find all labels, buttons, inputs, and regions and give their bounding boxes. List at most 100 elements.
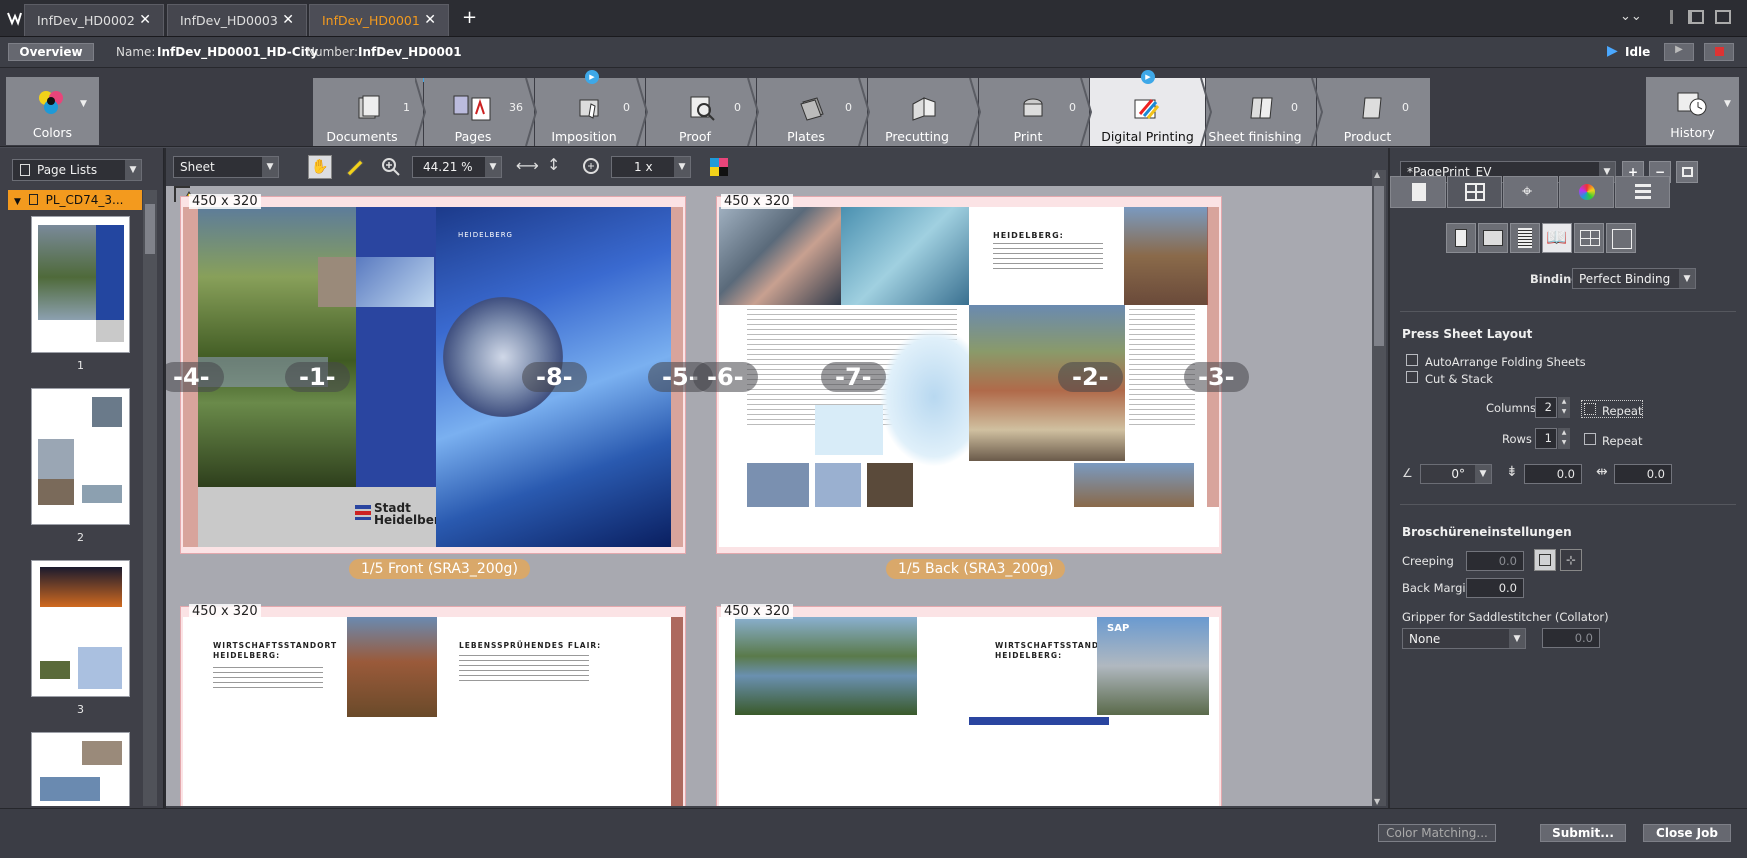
settings-panel: *PagePrint_EV ▼ + − ⌖ 📖 Binding Perfect … [1390,148,1747,808]
layout-grid-icon[interactable] [1715,10,1731,24]
maximize-button[interactable] [1676,161,1698,183]
press-sheet-front[interactable]: WIRTSCHAFTSSTANDORT HEIDELBERG: LEBENSSP… [180,604,686,806]
color-matching-button[interactable]: Color Matching... [1378,824,1496,842]
page-thumbnail[interactable] [31,388,130,525]
page-photo-castle-gate [347,617,437,717]
page-thumbnail[interactable] [31,732,130,806]
scrollbar-thumb[interactable] [1374,186,1384,346]
start-button[interactable]: ▶ [1664,43,1694,61]
press-sheet-back[interactable]: WIRTSCHAFTSSTANDORT HEIDELBERG: SAP 450 … [716,604,1222,806]
creep-align-button[interactable]: ⊹ [1560,549,1582,571]
page-list-tree-item[interactable]: ▼ PL_CD74_3... [8,190,142,210]
view-mode-select[interactable]: Sheet ▼ [173,156,279,178]
repeat-label: Repeat [1602,434,1643,448]
offset-y-field[interactable]: 0.0 [1614,464,1672,484]
chevron-down-icon: ▼ [1724,99,1731,109]
multiplier-select[interactable]: 1 x ▼ [611,156,691,178]
rows-field[interactable]: 1 [1535,428,1557,449]
tab-label: InfDev_HD0001 [322,13,420,28]
scroll-down-icon[interactable]: ▼ [1374,797,1380,806]
layout-split-icon[interactable] [1688,10,1704,24]
canvas-scrollbar[interactable]: ▲ ▼ [1372,170,1386,806]
measure-tool-icon[interactable] [344,157,364,177]
repeat-rows-checkbox[interactable] [1584,433,1596,445]
custom-layout-icon [1612,229,1632,249]
close-job-button[interactable]: Close Job [1643,824,1731,842]
layout-single-button[interactable] [1446,223,1476,253]
thumbnail-scrollbar[interactable] [143,190,157,806]
tab-label: InfDev_HD0003 [180,13,278,28]
tab-document[interactable] [1390,176,1446,208]
page-thumbnail[interactable] [31,560,130,697]
gripper-select[interactable]: None ▼ [1402,628,1526,649]
tab-marks[interactable]: ⌖ [1503,176,1558,208]
scrollbar-thumb[interactable] [145,204,155,254]
rotation-select[interactable]: 0° ▼ [1420,464,1492,484]
tab-infdev-hd0002[interactable]: InfDev_HD0002 ✕ [24,4,164,36]
tab-color[interactable] [1559,176,1614,208]
color-separation-icon[interactable] [709,157,729,177]
page-photo-strip [815,463,861,507]
overview-button[interactable]: Overview [8,43,94,61]
zoom-select[interactable]: 44.21 % ▼ [412,156,502,178]
page-heading: WIRTSCHAFTSSTANDORT HEIDELBERG: [213,641,338,660]
offset-x-field[interactable]: 0.0 [1524,464,1582,484]
gripper-field[interactable]: 0.0 [1542,628,1600,648]
history-button[interactable]: ▼ History [1646,77,1739,145]
page-photo-strip [747,463,809,507]
add-tab-icon[interactable]: + [462,7,477,28]
open-book-icon: 📖 [1546,228,1568,248]
chevron-down-icon: ▼ [1679,269,1695,288]
columns-label: Columns [1486,401,1537,415]
zoom-fit-icon[interactable] [582,157,602,177]
play-icon[interactable]: ▶ [1607,43,1618,59]
thumbnail-image [82,485,122,503]
tab-layout[interactable] [1447,176,1502,208]
layout-stack-button[interactable] [1510,223,1540,253]
columns-stepper[interactable]: ▲ ▼ [1558,397,1570,418]
back-margin-field[interactable]: 0.0 [1466,578,1524,598]
gripper-value: 0.0 [1574,631,1593,645]
app-logo-icon[interactable] [4,8,24,28]
creep-mode-button[interactable] [1534,549,1556,571]
press-sheet-front[interactable]: Stadt Heidelberg HEIDELBERG 450 x 320 -4… [166,194,713,554]
submit-button[interactable]: Submit... [1540,824,1626,842]
rows-stepper[interactable]: ▲ ▼ [1558,428,1570,449]
close-icon[interactable]: ✕ [282,12,294,28]
tab-infdev-hd0003[interactable]: InfDev_HD0003 ✕ [167,4,307,36]
close-icon[interactable]: ✕ [139,12,151,28]
layout-grid-icon [1465,183,1485,201]
fit-height-icon[interactable]: ↕ [547,155,560,174]
hand-tool-icon[interactable]: ✋ [308,155,332,179]
fit-width-icon[interactable]: ⟷ [516,156,539,175]
cut-stack-checkbox[interactable] [1406,371,1418,383]
page-lists-dropdown[interactable]: Page Lists ▼ [12,159,142,181]
page-photo-hand [719,207,841,305]
layout-custom-button[interactable] [1606,223,1636,253]
chevron-down-icon: ▼ [125,160,141,180]
layout-single-icon[interactable] [1670,10,1673,24]
layout-gang-button[interactable] [1574,223,1604,253]
scroll-up-icon[interactable]: ▲ [1374,170,1380,179]
workflow-step-documents[interactable]: 1 Documents [313,78,423,146]
colors-button[interactable]: ▼ Colors [6,77,99,145]
page-photo-castle [198,207,356,487]
close-icon[interactable]: ✕ [424,12,436,28]
binding-select[interactable]: Perfect Binding ▼ [1572,268,1696,289]
zoom-in-icon[interactable] [381,157,401,177]
page-thumbnail[interactable] [31,216,130,353]
stop-button[interactable] [1704,43,1734,61]
layout-folded-button[interactable] [1478,223,1508,253]
autoarrange-checkbox[interactable] [1406,354,1418,366]
sheet-canvas[interactable]: ! Stadt Heidelberg [166,186,1372,806]
history-icon [1677,92,1707,116]
chevron-down-icon: ▼ [1475,465,1491,483]
chevron-down-icon[interactable]: ⌄⌄ [1620,9,1642,24]
tab-infdev-hd0001[interactable]: InfDev_HD0001 ✕ [309,4,449,36]
page-number: 3 [77,703,84,716]
press-sheet-back[interactable]: HEIDELBERG: 450 x 320 -6- -7- -2- -3- [693,194,1249,554]
tab-align[interactable] [1615,176,1670,208]
layout-brochure-button[interactable]: 📖 [1542,223,1572,253]
creeping-field[interactable]: 0.0 [1466,551,1524,571]
columns-field[interactable]: 2 [1535,397,1557,418]
